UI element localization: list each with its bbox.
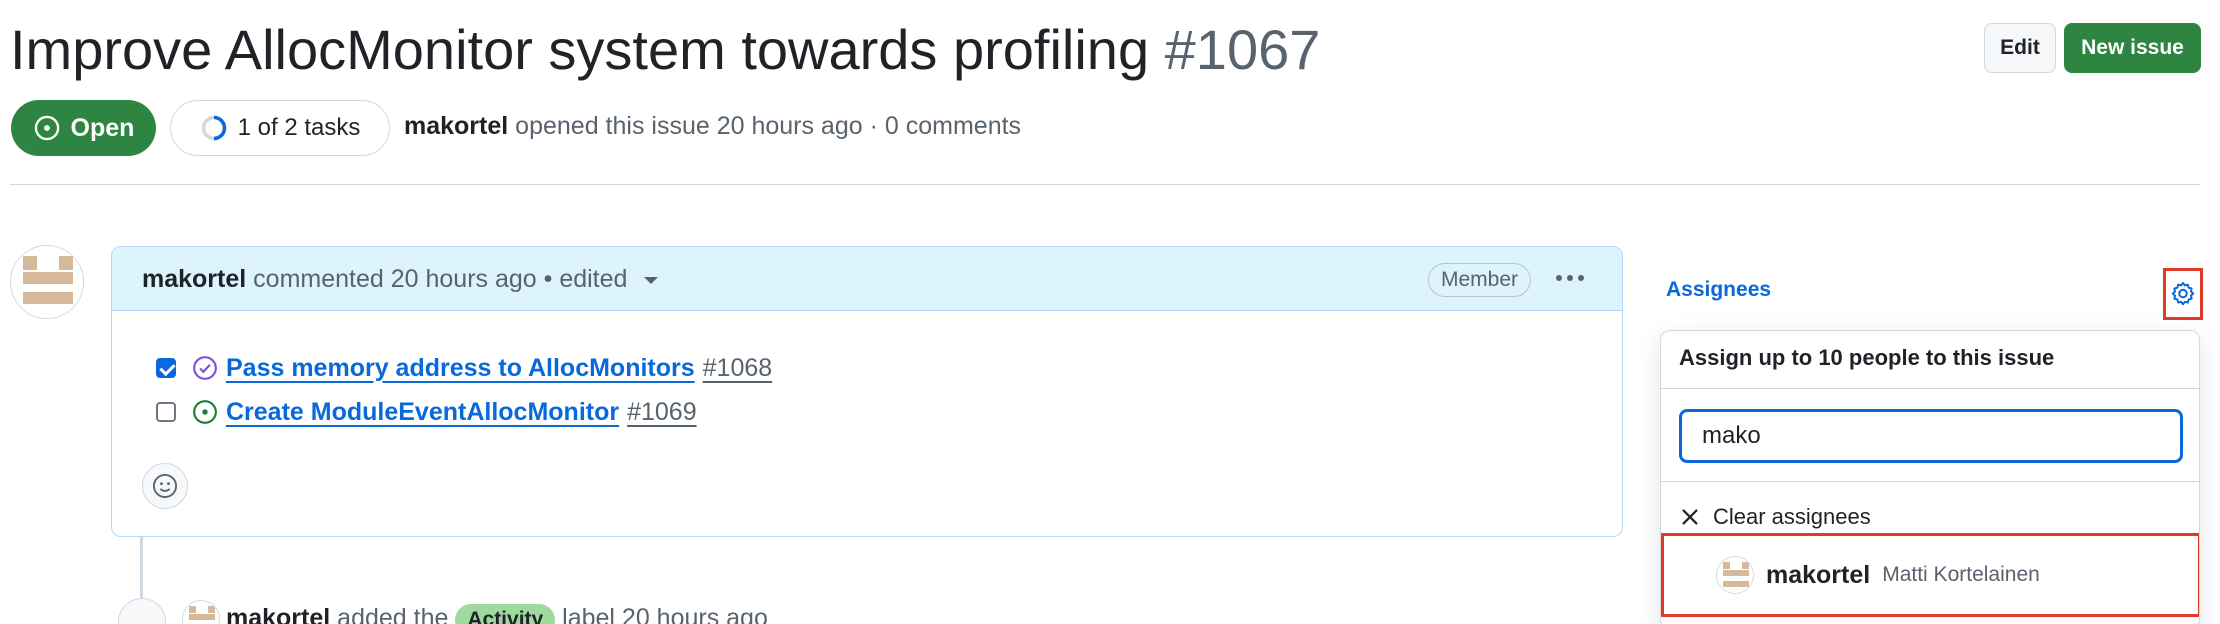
issue-title: Improve AllocMonitor system towards prof… [10,12,1320,88]
comment-box: makortel commented 20 hours ago • edited… [111,246,1623,537]
issue-open-icon [34,115,59,141]
member-badge: Member [1428,263,1532,297]
task-issue-ref[interactable]: #1068 [703,354,773,383]
issue-state-label: Open [70,113,135,142]
chevron-down-icon[interactable] [644,276,659,284]
popover-divider [1661,388,2199,389]
issue-opened-text: opened this issue 20 hours ago [515,112,863,140]
kebab-dot-icon [1556,275,1562,281]
tasks-progress-label: 1 of 2 tasks [237,114,361,141]
avatar [1716,556,1754,594]
assignee-search-input[interactable] [1679,409,2183,463]
add-reaction-button[interactable] [142,463,188,509]
avatar[interactable] [182,600,220,624]
label-chip[interactable]: Activity [455,604,556,624]
tasks-progress-badge[interactable]: 1 of 2 tasks [170,100,390,156]
tag-icon [118,598,166,624]
comment-options-button[interactable] [1552,261,1588,295]
issue-open-icon [193,400,217,424]
assignees-heading[interactable]: Assignees [1666,278,1771,302]
identicon-avatar-icon [11,246,83,318]
comment-author-link[interactable]: makortel [142,265,246,293]
timeline-actor-link[interactable]: makortel [226,604,330,624]
issue-meta: makortel opened this issue 20 hours ago … [404,112,1021,141]
task-checkbox[interactable] [156,402,176,422]
identicon-avatar-icon [1717,557,1753,593]
avatar[interactable] [10,245,84,319]
assignee-login: makortel [1766,560,1871,589]
gear-icon [2171,281,2195,306]
clear-assignees-label: Clear assignees [1713,504,1871,529]
popover-title: Assign up to 10 people to this issue [1679,345,2055,370]
issue-state-badge: Open [11,100,156,156]
comment-meta[interactable]: commented 20 hours ago • edited [253,265,627,293]
issue-closed-icon [193,356,217,380]
kebab-dot-icon [1578,275,1584,281]
task-issue-ref[interactable]: #1069 [627,398,697,427]
new-issue-button[interactable]: New issue [2064,23,2201,73]
comment-author-line: makortel commented 20 hours ago • edited [142,265,659,294]
task-checkbox-checked[interactable] [156,358,176,378]
assignee-full-name: Matti Kortelainen [1882,563,2040,586]
timeline-action: added the [337,604,449,624]
task-list-item: Create ModuleEventAllocMonitor #1069 [156,392,697,432]
smiley-icon [152,473,178,499]
progress-ring-icon [201,115,226,141]
timeline-event: makortel added the Activity label 20 hou… [226,604,768,624]
issue-comments-count: · 0 comments [869,112,1022,140]
popover-divider [1661,481,2199,482]
timeline-suffix: label 20 hours ago [562,604,768,624]
comment-header: makortel commented 20 hours ago • edited… [112,247,1622,311]
header-divider [10,184,2200,185]
task-issue-link[interactable]: Pass memory address to AllocMonitors [226,354,695,383]
issue-number: #1067 [1164,18,1321,81]
identicon-avatar-icon [183,601,219,624]
assignees-settings-button[interactable] [2163,268,2203,320]
assignees-popover: Assign up to 10 people to this issue Cle… [1660,330,2200,624]
assignee-option[interactable]: makortel Matti Kortelainen [1661,533,2199,617]
issue-author-link[interactable]: makortel [404,112,508,140]
task-issue-link[interactable]: Create ModuleEventAllocMonitor [226,398,619,427]
task-list-item: Pass memory address to AllocMonitors #10… [156,348,772,388]
edit-button[interactable]: Edit [1984,23,2056,73]
close-icon [1682,509,1698,525]
kebab-dot-icon [1567,275,1573,281]
issue-title-text: Improve AllocMonitor system towards prof… [10,18,1150,81]
clear-assignees-button[interactable]: Clear assignees [1679,497,1871,537]
